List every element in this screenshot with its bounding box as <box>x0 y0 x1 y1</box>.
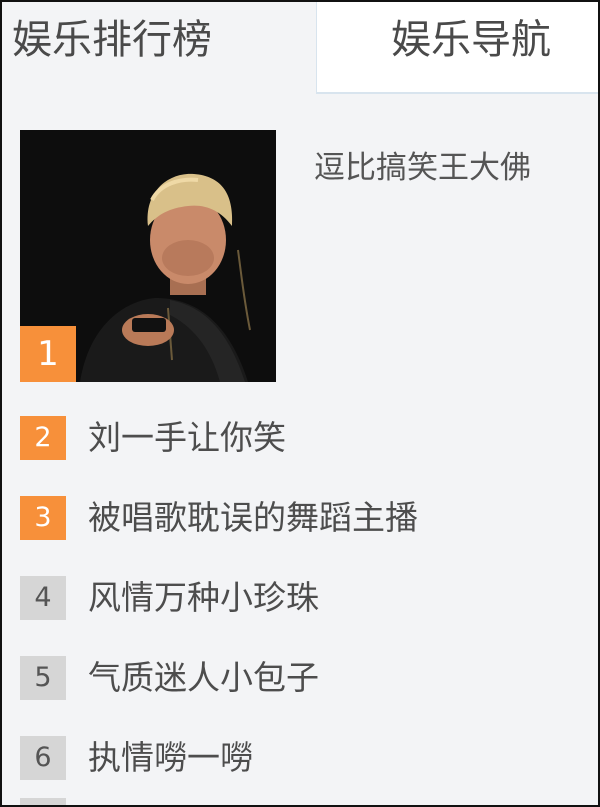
list-item-rank-4[interactable]: 4 风情万种小珍珠 <box>20 572 590 620</box>
list-item-rank-3[interactable]: 3 被唱歌耽误的舞蹈主播 <box>20 492 590 540</box>
rank-badge-2: 2 <box>20 416 66 460</box>
streamer-name[interactable]: 气质迷人小包子 <box>88 652 319 704</box>
rank-badge-6: 6 <box>20 736 66 780</box>
rank-badge-1: 1 <box>20 326 76 382</box>
tab-bar: 娱乐排行榜 娱乐导航 <box>2 2 598 94</box>
list-item-rank-6[interactable]: 6 执情嘮一嘮 <box>20 732 590 780</box>
rank-badge-3: 3 <box>20 496 66 540</box>
streamer-name[interactable]: 风情万种小珍珠 <box>88 572 319 624</box>
rank-badge-5: 5 <box>20 656 66 700</box>
streamer-name[interactable]: 被唱歌耽误的舞蹈主播 <box>88 492 418 544</box>
rank-badge-4: 4 <box>20 576 66 620</box>
streamer-name[interactable]: 刘一手让你笑 <box>88 412 286 464</box>
streamer-name[interactable]: 执情嘮一嘮 <box>88 732 253 784</box>
list-item-rank-5[interactable]: 5 气质迷人小包子 <box>20 652 590 700</box>
streamer-thumbnail[interactable]: 1 <box>20 130 276 382</box>
ranking-panel: 娱乐排行榜 娱乐导航 1 逗比搞笑王大佛 2 刘一手让你笑 3 被唱歌耽误的舞蹈… <box>0 0 600 807</box>
tab-entertainment-navigation[interactable]: 娱乐导航 <box>316 2 598 94</box>
tab-entertainment-ranking[interactable]: 娱乐排行榜 <box>2 2 316 94</box>
featured-title[interactable]: 逗比搞笑王大佛 <box>314 142 531 187</box>
list-item-rank-2[interactable]: 2 刘一手让你笑 <box>20 412 590 460</box>
featured-item[interactable]: 1 <box>20 130 276 382</box>
rank-badge-cutoff <box>20 798 66 805</box>
